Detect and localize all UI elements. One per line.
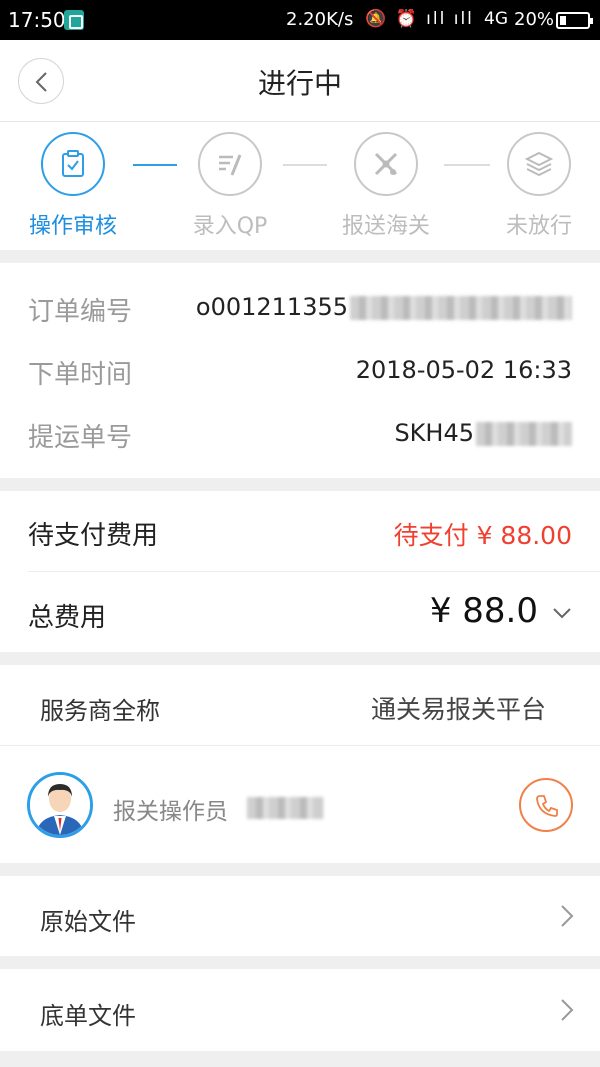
operator-label: 报关操作员: [113, 799, 228, 825]
provider-card: 服务商全称 通关易报关平台 报关操作员: [0, 665, 600, 863]
redacted-block: [476, 422, 572, 446]
total-fee-row[interactable]: 总费用 ¥ 88.0: [28, 591, 572, 637]
battery-icon: [556, 12, 593, 29]
total-fee-label: 总费用: [28, 603, 107, 633]
status-icons: 🔕 ⏰ ıll ıll: [365, 9, 474, 29]
step-label: 操作审核: [28, 214, 117, 239]
divider: [0, 745, 600, 746]
bill-no-label: 提运单号: [28, 423, 133, 453]
fees-card: 待支付费用 待支付 ¥ 88.00 总费用 ¥ 88.0: [0, 491, 600, 652]
clipboard-check-icon: [62, 150, 84, 177]
satellite-icon: [374, 152, 398, 176]
original-files-row[interactable]: 原始文件: [0, 876, 600, 956]
bill-no-row: 提运单号 SKH45: [28, 413, 572, 453]
layers-icon: [524, 151, 554, 177]
status-battery-text: 20%: [514, 9, 555, 30]
page-title: 进行中: [257, 67, 342, 100]
status-bar: 17:50 2.20K/s 🔕 ⏰ ıll ıll 4G 20%: [0, 0, 600, 40]
call-operator-button[interactable]: [519, 778, 573, 832]
original-files-label: 原始文件: [40, 908, 136, 936]
status-time: 17:50: [8, 8, 66, 32]
order-time-label: 下单时间: [28, 360, 133, 390]
redacted-block: [350, 296, 572, 320]
operator-name-redacted: [247, 797, 323, 819]
phone-icon: [536, 795, 558, 817]
bottom-files-row[interactable]: 底单文件: [0, 969, 600, 1051]
step-not-released: 未放行: [469, 132, 600, 240]
step-label: 录入QP: [192, 214, 268, 239]
header: 进行中: [0, 40, 600, 122]
total-fee-value: ¥ 88.0: [429, 591, 538, 631]
order-info-card: 订单编号 o001211355 下单时间 2018-05-02 16:33 提运…: [0, 263, 600, 478]
chevron-right-icon: [561, 905, 574, 927]
bill-no-value: SKH45: [394, 419, 572, 447]
screenshot-app-icon: [64, 10, 84, 30]
bottom-files-label: 底单文件: [40, 1002, 136, 1030]
order-no-label: 订单编号: [28, 297, 133, 327]
chevron-right-icon: [561, 999, 574, 1021]
pending-fee-row: 待支付费用 待支付 ¥ 88.00: [28, 515, 572, 551]
step-label: 未放行: [505, 214, 572, 239]
step-operation-review: 操作审核: [3, 132, 143, 240]
provider-name-label: 服务商全称: [40, 697, 160, 725]
order-time-row: 下单时间 2018-05-02 16:33: [28, 350, 572, 390]
step-enter-qp: 录入QP: [160, 132, 300, 240]
operator-avatar: [27, 772, 93, 838]
chevron-down-icon[interactable]: [552, 606, 572, 620]
order-no-row: 订单编号 o001211355: [28, 287, 572, 327]
order-no-value: o001211355: [196, 293, 572, 321]
order-time-value: 2018-05-02 16:33: [355, 356, 572, 384]
status-network: 4G: [484, 9, 508, 29]
divider: [28, 571, 600, 572]
step-label: 报送海关: [341, 214, 430, 239]
provider-name-value: 通关易报关平台: [370, 695, 546, 724]
person-avatar-icon: [30, 775, 90, 835]
status-net-speed: 2.20K/s: [286, 9, 354, 30]
progress-steps: 操作审核 录入QP 报送海关 未放行: [0, 122, 600, 250]
pending-fee-value: 待支付 ¥ 88.00: [393, 521, 572, 550]
step-submit-customs: 报送海关: [316, 132, 456, 240]
edit-list-icon: [219, 154, 242, 176]
pending-fee-label: 待支付费用: [28, 521, 159, 551]
